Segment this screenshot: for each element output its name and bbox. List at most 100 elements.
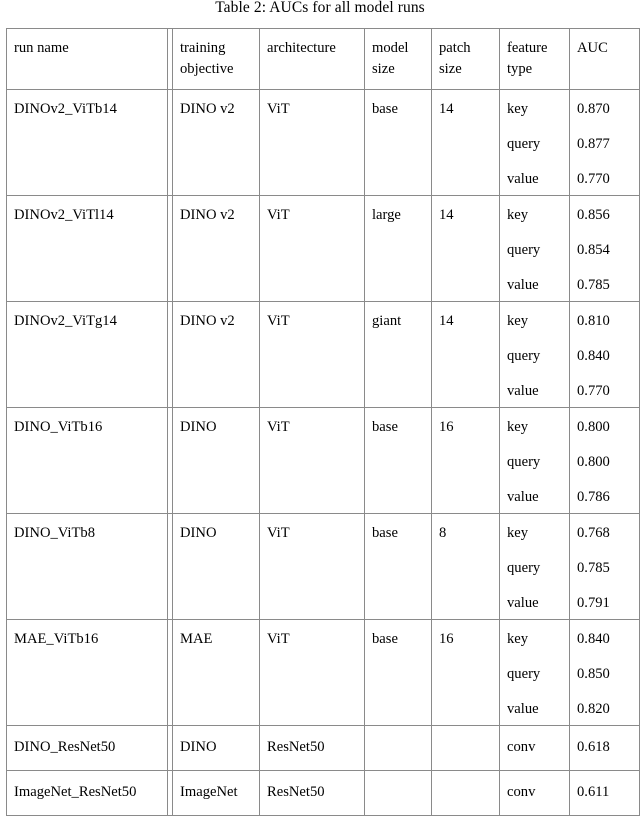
- auc-list: 0.618: [570, 726, 639, 763]
- header-label-patch-size-line1: patch: [439, 40, 471, 56]
- feature-type-value: query: [507, 348, 541, 364]
- feature-type-value: value: [507, 701, 539, 717]
- feature-type-value: query: [507, 454, 541, 470]
- cell-feature-type: conv: [499, 770, 570, 816]
- cell-run-name: DINO_ResNet50: [6, 725, 168, 771]
- cell-run-name: DINO_ViTb16: [6, 407, 168, 514]
- header-label-training-objective-line2: objective: [180, 61, 234, 77]
- cell-run-name: DINOv2_ViTb14: [6, 89, 168, 196]
- header-cell-feature-type: feature type: [499, 28, 570, 90]
- auc-list: 0.768 0.785 0.791: [570, 514, 639, 619]
- patch-size-value: [432, 771, 499, 782]
- feature-type-value: value: [507, 277, 539, 293]
- cell-training-objective: DINO v2: [172, 301, 260, 408]
- header-cell-architecture: architecture: [259, 28, 365, 90]
- architecture-value: ViT: [267, 101, 290, 117]
- model-size-value: base: [372, 101, 398, 117]
- cell-model-size: base: [364, 89, 432, 196]
- auc-value: 0.770: [577, 383, 610, 399]
- cell-architecture: ViT: [259, 301, 365, 408]
- run-name-value: DINOv2_ViTl14: [14, 207, 114, 223]
- feature-type-value: key: [507, 525, 529, 541]
- table-body: run name training objective architecture: [6, 28, 640, 816]
- auc-value: 0.800: [577, 419, 610, 435]
- cell-patch-size: [431, 725, 500, 771]
- cell-run-name: ImageNet_ResNet50: [6, 770, 168, 816]
- cell-model-size: [364, 725, 432, 771]
- header-cell-run-name: run name: [6, 28, 168, 90]
- page-root: Table 2: AUCs for all model runs run nam…: [0, 0, 640, 816]
- run-name-value: ImageNet_ResNet50: [14, 784, 137, 800]
- patch-size-value: [432, 726, 499, 737]
- auc-value: 0.840: [577, 348, 610, 364]
- feature-type-list: key query value: [500, 90, 569, 195]
- header-cell-model-size: model size: [364, 28, 432, 90]
- auc-value: 0.786: [577, 489, 610, 505]
- header-cell-training-objective: training objective: [172, 28, 260, 90]
- cell-model-size: base: [364, 619, 432, 726]
- model-size-value: base: [372, 419, 398, 435]
- table-row[interactable]: ImageNet_ResNet50 ImageNet ResNet50 conv 0.6…: [6, 770, 640, 816]
- feature-type-list: key query value: [500, 514, 569, 619]
- patch-size-value: 8: [439, 525, 447, 541]
- header-cell-patch-size: patch size: [431, 28, 500, 90]
- feature-type-value: query: [507, 242, 541, 258]
- auc-table: run name training objective architecture: [6, 28, 640, 816]
- auc-value: 0.877: [577, 136, 610, 152]
- run-name-value: DINO_ResNet50: [14, 739, 116, 755]
- table-row[interactable]: DINO_ViTb16 DINO ViT base 16 key query value 0.8…: [6, 407, 640, 514]
- cell-training-objective: DINO v2: [172, 89, 260, 196]
- feature-type-value: key: [507, 101, 529, 117]
- cell-run-name: MAE_ViTb16: [6, 619, 168, 726]
- header-label-feature-type-line2: type: [507, 61, 533, 77]
- feature-type-value: value: [507, 489, 539, 505]
- table-row[interactable]: DINOv2_ViTb14 DINO v2 ViT base 14 key query val…: [6, 89, 640, 196]
- header-label-training-objective-line1: training: [180, 40, 226, 56]
- cell-patch-size: 14: [431, 301, 500, 408]
- cell-run-name: DINOv2_ViTg14: [6, 301, 168, 408]
- auc-value: 0.856: [577, 207, 610, 223]
- feature-type-value: key: [507, 419, 529, 435]
- feature-type-value: value: [507, 171, 539, 187]
- feature-type-list: conv: [500, 726, 569, 763]
- feature-type-value: query: [507, 136, 541, 152]
- feature-type-list: key query value: [500, 302, 569, 407]
- header-label-model-size-line2: size: [372, 61, 395, 77]
- cell-patch-size: 8: [431, 513, 500, 620]
- model-size-value: base: [372, 525, 398, 541]
- training-objective-value: DINO v2: [180, 207, 235, 223]
- table-container: run name training objective architecture: [6, 28, 640, 816]
- feature-type-value: query: [507, 666, 541, 682]
- feature-type-value: value: [507, 383, 539, 399]
- table-row[interactable]: DINO_ResNet50 DINO ResNet50 conv 0.618: [6, 725, 640, 771]
- cell-patch-size: [431, 770, 500, 816]
- header-label-architecture: architecture: [267, 40, 336, 56]
- run-name-value: MAE_ViTb16: [14, 631, 99, 647]
- cell-feature-type: key query value: [499, 301, 570, 408]
- patch-size-value: 16: [439, 419, 454, 435]
- cell-architecture: ViT: [259, 89, 365, 196]
- training-objective-value: DINO v2: [180, 313, 235, 329]
- auc-value: 0.820: [577, 701, 610, 717]
- auc-value: 0.810: [577, 313, 610, 329]
- feature-type-list: key query value: [500, 196, 569, 301]
- cell-model-size: base: [364, 407, 432, 514]
- cell-run-name: DINO_ViTb8: [6, 513, 168, 620]
- cell-auc: 0.856 0.854 0.785: [569, 195, 640, 302]
- table-row[interactable]: DINOv2_ViTl14 DINO v2 ViT large 14 key query va…: [6, 195, 640, 302]
- patch-size-value: 14: [439, 207, 454, 223]
- auc-value: 0.854: [577, 242, 610, 258]
- table-row[interactable]: DINO_ViTb8 DINO ViT base 8 key query value 0.768…: [6, 513, 640, 620]
- training-objective-value: MAE: [180, 631, 213, 647]
- run-name-value: DINO_ViTb16: [14, 419, 103, 435]
- table-row[interactable]: MAE_ViTb16 MAE ViT base 16 key query value 0.840…: [6, 619, 640, 726]
- feature-type-value: conv: [507, 739, 536, 755]
- table-row[interactable]: DINOv2_ViTg14 DINO v2 ViT giant 14 key query va…: [6, 301, 640, 408]
- training-objective-value: DINO: [180, 739, 217, 755]
- cell-architecture: ResNet50: [259, 725, 365, 771]
- training-objective-value: DINO: [180, 419, 217, 435]
- cell-training-objective: MAE: [172, 619, 260, 726]
- header-cell-auc: AUC: [569, 28, 640, 90]
- feature-type-value: value: [507, 595, 539, 611]
- auc-value: 0.768: [577, 525, 610, 541]
